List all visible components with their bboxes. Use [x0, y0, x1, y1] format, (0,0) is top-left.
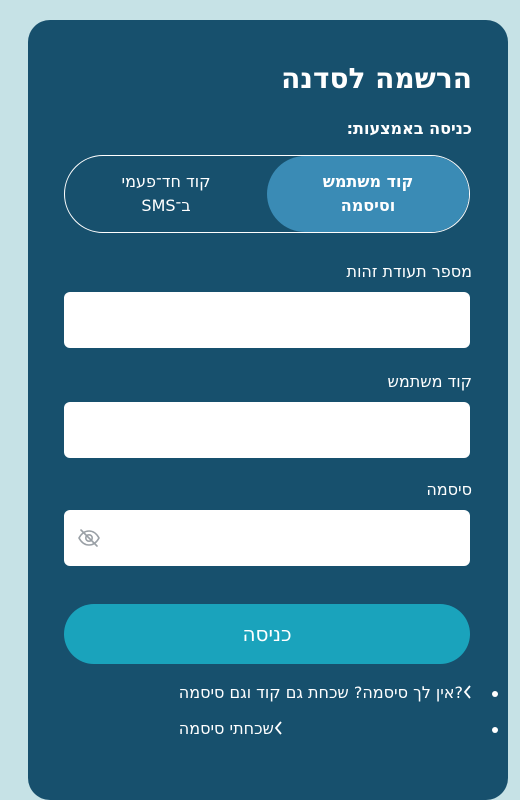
link-no-password-item: אין לך סיסמה? שכחת גם קוד וגם סיסמה?	[179, 682, 506, 718]
bullet-icon	[492, 691, 498, 697]
page-title: הרשמה לסדנה	[281, 62, 472, 95]
id-number-label: מספר תעודת זהות	[346, 262, 472, 281]
user-code-label: קוד משתמש	[387, 372, 472, 391]
id-number-input[interactable]	[64, 292, 470, 348]
eye-off-icon[interactable]	[76, 526, 102, 550]
help-links: אין לך סיסמה? שכחת גם קוד וגם סיסמה? שכח…	[179, 682, 506, 754]
submit-button[interactable]: כניסה	[64, 604, 470, 664]
chevron-left-icon	[463, 683, 472, 705]
forgot-password-link[interactable]: שכחתי סיסמה	[179, 719, 274, 738]
toggle-user-code-password[interactable]: קוד משתמש וסיסמה	[267, 156, 469, 232]
login-method-toggle: קוד משתמש וסיסמה קוד חד־פעמי ב־SMS	[64, 155, 470, 233]
no-password-link[interactable]: אין לך סיסמה? שכחת גם קוד וגם סיסמה?	[179, 683, 463, 702]
link-forgot-password-item: שכחתי סיסמה	[179, 718, 506, 754]
chevron-left-icon	[274, 719, 283, 741]
bullet-icon	[492, 727, 498, 733]
password-label: סיסמה	[426, 480, 472, 499]
login-method-label: כניסה באמצעות:	[346, 119, 472, 138]
user-code-input[interactable]	[64, 402, 470, 458]
password-input[interactable]	[64, 510, 470, 566]
toggle-sms-one-time-code[interactable]: קוד חד־פעמי ב־SMS	[65, 156, 267, 232]
